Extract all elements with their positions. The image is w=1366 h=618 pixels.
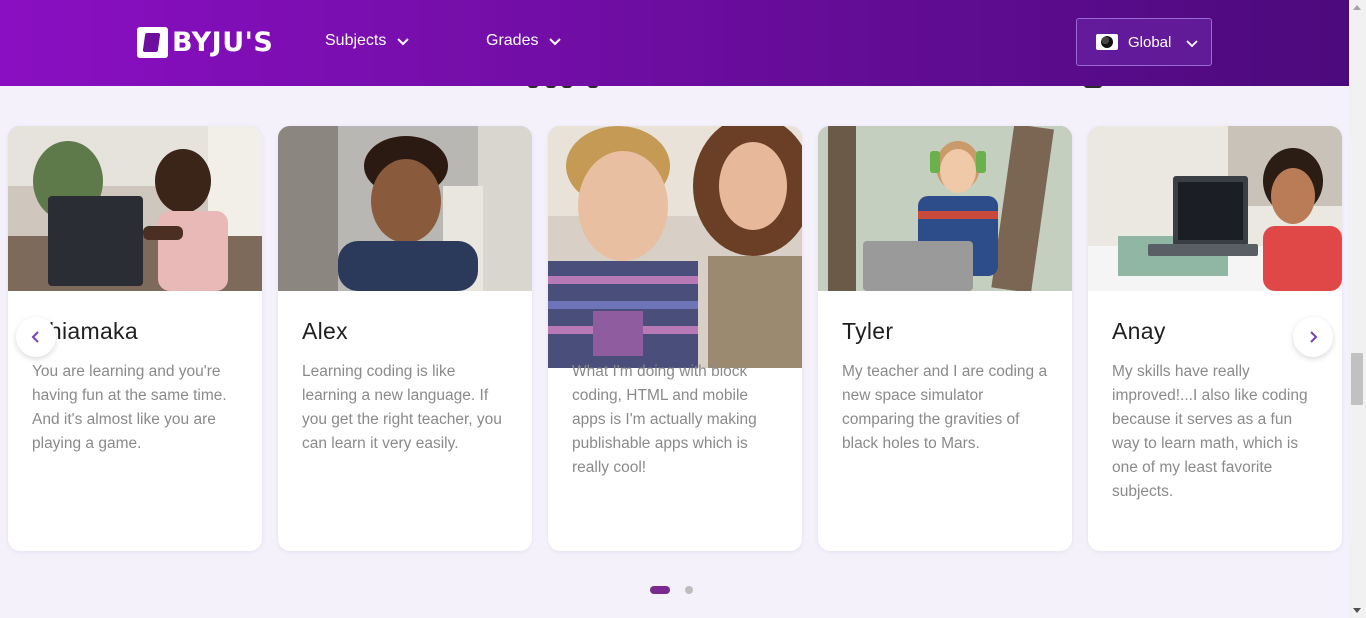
testimonial-card: What I'm doing with block coding, HTML a… xyxy=(548,126,802,551)
student-quote: You are learning and you're having fun a… xyxy=(32,363,227,452)
testimonial-card: Tyler My teacher and I are coding a new … xyxy=(818,126,1072,551)
scroll-down-arrow-icon[interactable] xyxy=(1353,608,1361,613)
nav-subjects-label: Subjects xyxy=(325,32,387,49)
student-name: Anay xyxy=(1112,318,1166,344)
student-photo xyxy=(818,126,1072,291)
carousel-dot-2[interactable] xyxy=(685,586,693,594)
chevron-left-icon xyxy=(31,331,39,343)
byjus-logo[interactable]: BYJU'S xyxy=(137,26,273,58)
student-quote: My teacher and I are coding a new space … xyxy=(842,363,1048,452)
student-name: Alex xyxy=(302,318,348,344)
student-photo xyxy=(1088,126,1342,291)
page-scrollbar[interactable] xyxy=(1349,0,1366,618)
nav-grades-label: Grades xyxy=(486,32,539,49)
student-quote: What I'm doing with block coding, HTML a… xyxy=(572,363,757,476)
site-header: BYJU'S Subjects Grades Global xyxy=(0,0,1349,86)
student-photo xyxy=(548,126,802,368)
logo-icon xyxy=(137,26,168,58)
chevron-down-icon xyxy=(397,38,410,46)
student-quote: My skills have really improved!...I also… xyxy=(1112,363,1308,500)
student-name: Tyler xyxy=(842,318,894,344)
scroll-up-arrow-icon[interactable] xyxy=(1353,5,1361,10)
chevron-down-icon xyxy=(549,38,562,46)
carousel-prev-button[interactable] xyxy=(16,317,56,357)
logo-text: BYJU'S xyxy=(172,26,274,58)
section-heading-fragment xyxy=(0,86,1349,90)
nav-subjects[interactable]: Subjects xyxy=(325,32,410,50)
student-quote: Learning coding is like learning a new l… xyxy=(302,363,502,452)
carousel-next-button[interactable] xyxy=(1293,317,1333,357)
globe-icon xyxy=(1096,34,1118,50)
scroll-thumb[interactable] xyxy=(1351,353,1363,405)
chevron-right-icon xyxy=(1310,331,1318,343)
student-photo xyxy=(278,126,532,291)
region-selector[interactable]: Global xyxy=(1076,18,1212,66)
student-photo xyxy=(8,126,262,291)
region-label: Global xyxy=(1128,33,1172,51)
testimonial-card: Alex Learning coding is like learning a … xyxy=(278,126,532,551)
carousel-dot-1[interactable] xyxy=(650,586,670,594)
chevron-down-icon xyxy=(1186,40,1198,48)
nav-grades[interactable]: Grades xyxy=(486,32,562,50)
